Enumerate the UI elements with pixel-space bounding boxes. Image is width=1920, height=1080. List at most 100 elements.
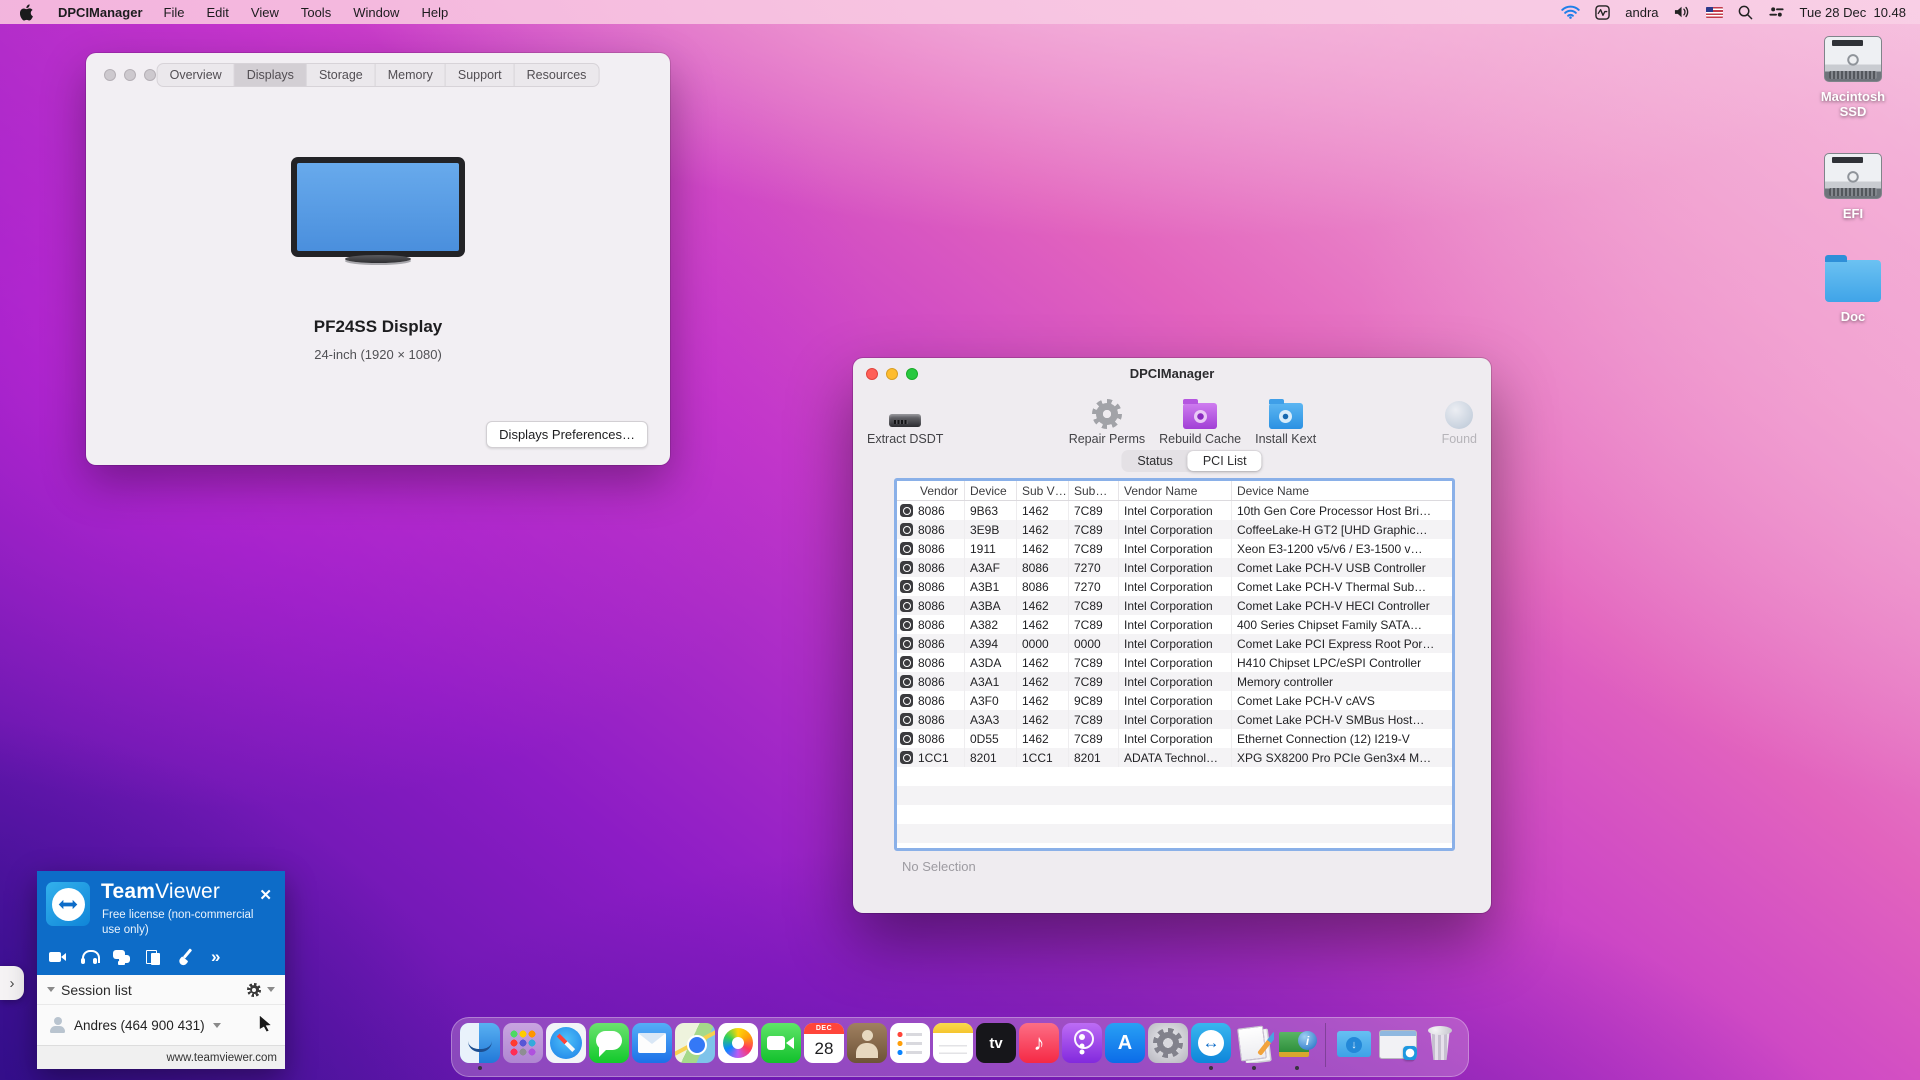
close-button[interactable] (104, 69, 116, 81)
wifi-icon[interactable] (1561, 5, 1580, 19)
dock-item-trash[interactable] (1420, 1023, 1460, 1063)
dock-item-mail[interactable] (632, 1023, 672, 1063)
cell-device: A394 (965, 634, 1017, 653)
messages-icon (589, 1023, 629, 1063)
dock-item-finder[interactable] (460, 1023, 500, 1063)
dock-item-minimized-window[interactable] (1377, 1023, 1417, 1063)
dock-item-messages[interactable] (589, 1023, 629, 1063)
menu-help[interactable]: Help (410, 5, 459, 20)
dock-item-music[interactable] (1019, 1023, 1059, 1063)
table-row[interactable]: 8086A3A314627C89Intel CorporationComet L… (897, 710, 1452, 729)
tab-status[interactable]: Status (1122, 451, 1187, 471)
pci-table[interactable]: VendorDeviceSub V…Sub…Vendor NameDevice … (894, 478, 1455, 851)
table-row[interactable]: 8086A3DA14627C89Intel CorporationH410 Ch… (897, 653, 1452, 672)
table-row[interactable]: 8086A3AF80867270Intel CorporationComet L… (897, 558, 1452, 577)
cursor-arrow-icon[interactable] (258, 1015, 273, 1035)
desktop-icon-doc[interactable]: Doc (1825, 255, 1881, 324)
menu-file[interactable]: File (153, 5, 196, 20)
dock-item-kext-wizard[interactable] (1234, 1023, 1274, 1063)
dock-item-reminders[interactable] (890, 1023, 930, 1063)
dock-item-calendar[interactable]: DEC28 (804, 1023, 844, 1063)
session-list-header[interactable]: Session list (37, 975, 285, 1005)
chevron-down-icon[interactable] (213, 1023, 221, 1028)
menu-window[interactable]: Window (342, 5, 410, 20)
column-header-device-name[interactable]: Device Name (1232, 481, 1452, 500)
dock-item-notes[interactable] (933, 1023, 973, 1063)
displays-preferences-button[interactable]: Displays Preferences… (486, 421, 648, 448)
dock-item-sysprefs[interactable] (1148, 1023, 1188, 1063)
table-row[interactable]: 1CC182011CC18201ADATA Technol…XPG SX8200… (897, 748, 1452, 767)
cell-vendor: 8086 (897, 501, 965, 520)
dock-item-launchpad[interactable] (503, 1023, 543, 1063)
table-row[interactable]: 8086A3BA14627C89Intel CorporationComet L… (897, 596, 1452, 615)
table-row[interactable]: 8086A38214627C89Intel Corporation400 Ser… (897, 615, 1452, 634)
input-source-flag-icon[interactable] (1706, 7, 1723, 18)
table-row[interactable]: 8086191114627C89Intel CorporationXeon E3… (897, 539, 1452, 558)
menu-tools[interactable]: Tools (290, 5, 342, 20)
chevron-down-icon[interactable] (267, 987, 275, 992)
activity-menubar-icon[interactable] (1595, 5, 1610, 20)
copy-icon[interactable] (145, 949, 163, 965)
cell-vendor: 8086 (897, 691, 965, 710)
dock-item-safari[interactable] (546, 1023, 586, 1063)
dock-item-maps[interactable] (675, 1023, 715, 1063)
dock-item-appletv[interactable]: tv (976, 1023, 1016, 1063)
table-row[interactable]: 80863E9B14627C89Intel CorporationCoffeeL… (897, 520, 1452, 539)
cell-vendor-name: Intel Corporation (1119, 729, 1232, 748)
tab-pci-list[interactable]: PCI List (1188, 451, 1262, 471)
volume-icon[interactable] (1674, 5, 1691, 19)
dock-item-photos[interactable] (718, 1023, 758, 1063)
dock-item-dpcimanager[interactable] (1277, 1023, 1317, 1063)
apple-menu-icon[interactable] (20, 4, 34, 21)
close-icon[interactable]: ✕ (259, 888, 272, 903)
chat-icon[interactable] (113, 949, 131, 965)
table-row[interactable]: 80860D5514627C89Intel CorporationEtherne… (897, 729, 1452, 748)
teamviewer-collapse-handle[interactable]: › (0, 966, 24, 1000)
video-icon[interactable] (49, 949, 67, 965)
search-icon[interactable] (1738, 5, 1753, 20)
teamviewer-body: Session list Andres (464 900 431) www.te… (37, 975, 285, 1069)
tab-overview[interactable]: Overview (158, 64, 235, 86)
toolbar-extract-dsdt[interactable]: Extract DSDT (867, 395, 943, 446)
menubar-clock[interactable]: Tue 28 Dec 10.48 (1800, 5, 1906, 20)
headset-icon[interactable] (81, 949, 99, 965)
column-header-vendor[interactable]: Vendor (897, 481, 965, 500)
table-row[interactable]: 8086A39400000000Intel CorporationComet L… (897, 634, 1452, 653)
desktop-icon-efi[interactable]: EFI (1824, 153, 1882, 221)
gear-icon[interactable] (247, 983, 261, 997)
brush-icon[interactable] (177, 949, 195, 965)
menu-edit[interactable]: Edit (195, 5, 239, 20)
table-row[interactable]: 80869B6314627C89Intel Corporation10th Ge… (897, 501, 1452, 520)
minimize-button[interactable] (124, 69, 136, 81)
zoom-button[interactable] (144, 69, 156, 81)
menu-view[interactable]: View (240, 5, 290, 20)
tab-memory[interactable]: Memory (376, 64, 446, 86)
app-menu-title[interactable]: DPCIManager (48, 5, 153, 20)
table-row[interactable]: 8086A3F014629C89Intel CorporationComet L… (897, 691, 1452, 710)
more-icon[interactable] (209, 949, 227, 965)
session-row[interactable]: Andres (464 900 431) (37, 1005, 285, 1045)
menubar-username[interactable]: andra (1625, 5, 1658, 20)
desktop-icon-macintosh-ssd[interactable]: Macintosh SSD (1813, 36, 1893, 119)
dock-item-appstore[interactable]: A (1105, 1023, 1145, 1063)
tab-resources[interactable]: Resources (515, 64, 599, 86)
column-header-sub[interactable]: Sub… (1069, 481, 1119, 500)
dock-item-podcasts[interactable] (1062, 1023, 1102, 1063)
toolbar-repair-perms[interactable]: Repair Perms (1069, 395, 1145, 446)
website-link[interactable]: www.teamviewer.com (166, 1052, 277, 1064)
dock-item-contacts[interactable] (847, 1023, 887, 1063)
toolbar-rebuild-cache[interactable]: Rebuild Cache (1159, 395, 1241, 446)
dock-item-downloads[interactable] (1334, 1023, 1374, 1063)
column-header-device[interactable]: Device (965, 481, 1017, 500)
tab-displays[interactable]: Displays (235, 64, 307, 86)
toolbar-install-kext[interactable]: Install Kext (1255, 395, 1316, 446)
tab-storage[interactable]: Storage (307, 64, 376, 86)
control-center-icon[interactable] (1768, 6, 1785, 18)
dock-item-facetime[interactable] (761, 1023, 801, 1063)
column-header-vendor-name[interactable]: Vendor Name (1119, 481, 1232, 500)
table-row[interactable]: 8086A3B180867270Intel CorporationComet L… (897, 577, 1452, 596)
tab-support[interactable]: Support (446, 64, 515, 86)
column-header-sub-v[interactable]: Sub V… (1017, 481, 1069, 500)
dock-item-teamviewer[interactable] (1191, 1023, 1231, 1063)
table-row[interactable]: 8086A3A114627C89Intel CorporationMemory … (897, 672, 1452, 691)
